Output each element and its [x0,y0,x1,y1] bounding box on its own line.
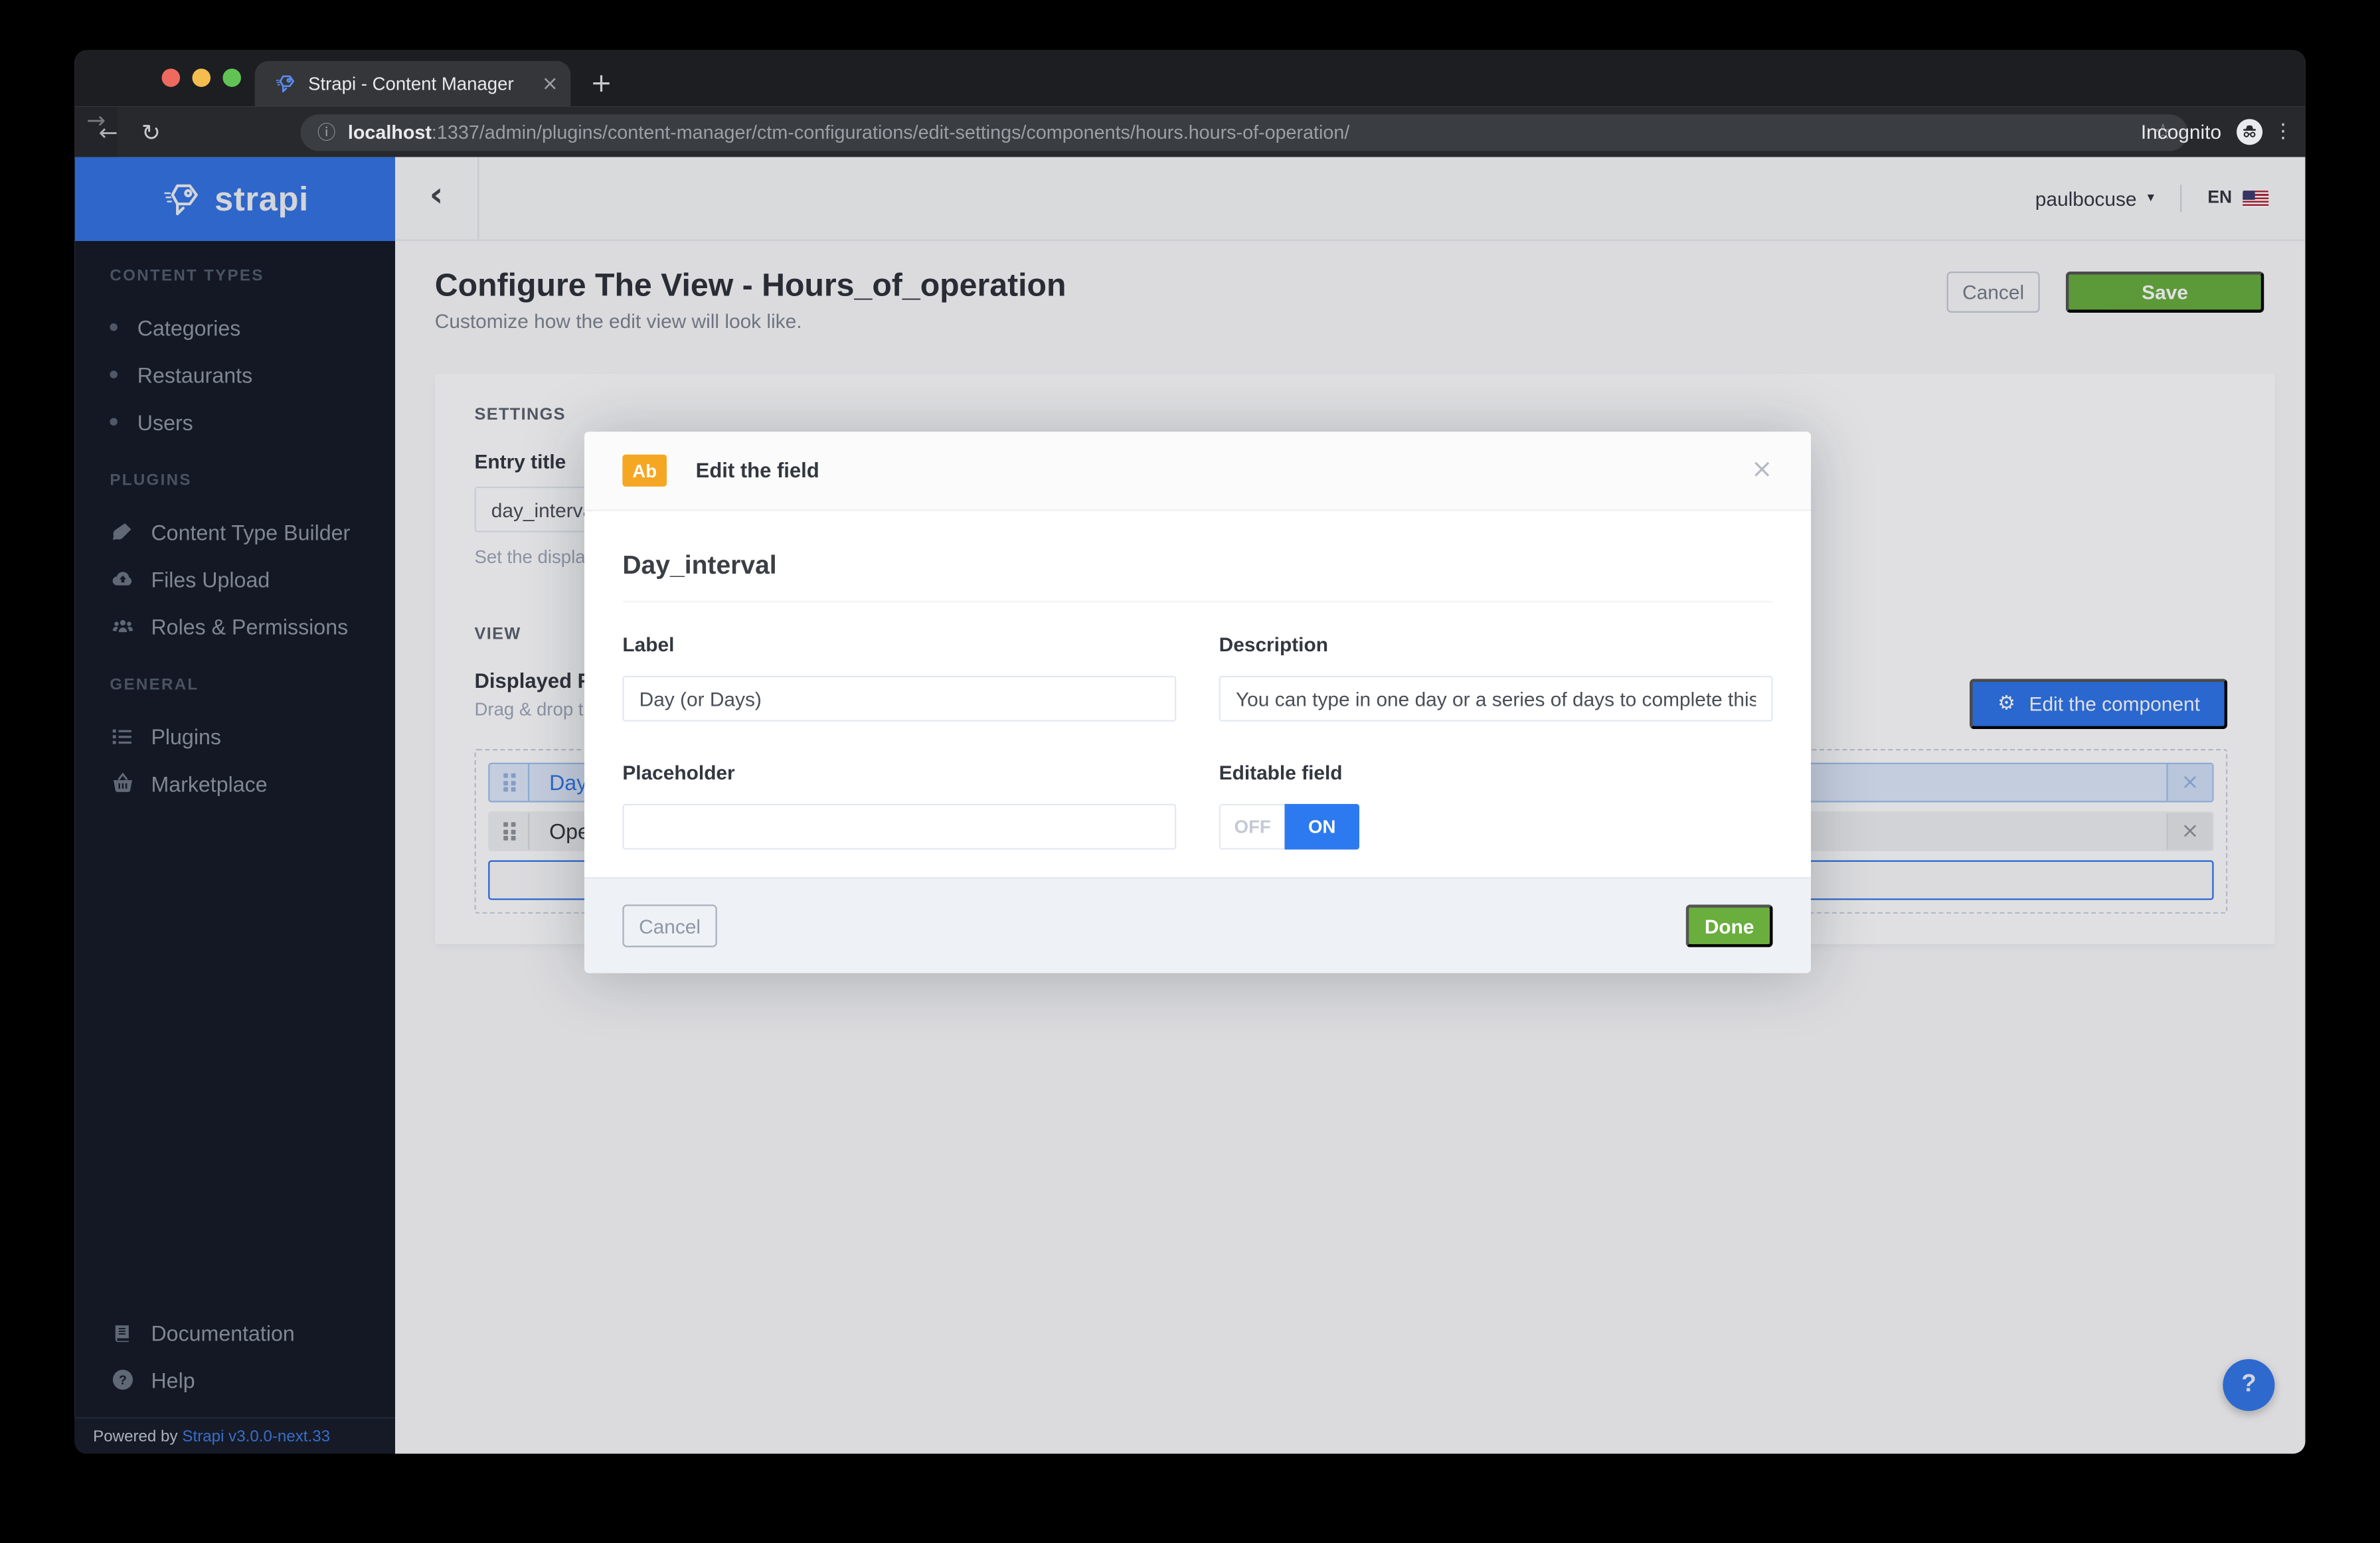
label-input[interactable] [622,676,1176,722]
editable-field-label: Editable field [1219,761,1773,783]
url-host: localhost [348,122,432,143]
incognito-indicator: Incognito [2141,107,2262,157]
url-bar[interactable]: ⓘ localhost:1337/admin/plugins/content-m… [301,114,2188,150]
close-window-button[interactable] [162,68,181,87]
browser-toolbar: ← → ↻ ⓘ localhost:1337/admin/plugins/con… [75,107,2306,157]
new-tab-button[interactable]: + [590,66,612,102]
text-field-type-badge: Ab [622,455,667,487]
traffic-lights [162,68,241,87]
field-name-heading: Day_interval [622,550,1772,581]
tab-close-icon[interactable]: × [542,74,558,94]
form-row-2: Placeholder Editable field OFF ON [622,761,1772,849]
placeholder-input[interactable] [622,804,1176,850]
incognito-icon [2237,119,2262,145]
tab-title: Strapi - Content Manager [308,73,542,94]
divider [622,601,1772,602]
app-viewport: strapi CONTENT TYPES Categories Restaura… [75,157,2306,1454]
close-icon[interactable]: × [1751,457,1773,483]
modal-cancel-button[interactable]: Cancel [622,904,717,947]
form-row-1: Label Description [622,633,1772,721]
forward-icon[interactable]: → [75,107,118,157]
maximize-window-button[interactable] [222,68,241,87]
modal-done-button[interactable]: Done [1686,904,1773,947]
modal-footer: Cancel Done [584,877,1811,973]
browser-menu-icon[interactable]: ⋮ [2273,107,2293,157]
browser-tab[interactable]: Strapi - Content Manager × [255,61,571,107]
url-text: localhost:1337/admin/plugins/content-man… [348,122,2141,143]
toggle-on-button[interactable]: ON [1284,804,1359,850]
description-field-label: Description [1219,633,1773,655]
edit-field-modal: Ab Edit the field × Day_interval Label D… [584,432,1811,973]
placeholder-field-label: Placeholder [622,761,1176,783]
editable-toggle: OFF ON [1219,804,1359,850]
reload-icon[interactable]: ↻ [129,118,172,145]
url-path: :1337/admin/plugins/content-manager/ctm-… [432,122,1349,143]
screen: Strapi - Content Manager × + ← → ↻ ⓘ loc… [0,0,2380,1543]
tab-strip: Strapi - Content Manager × + [75,50,2306,107]
site-info-icon[interactable]: ⓘ [317,119,336,145]
label-field-label: Label [622,633,1176,655]
modal-title: Edit the field [696,459,819,482]
browser-window: Strapi - Content Manager × + ← → ↻ ⓘ loc… [75,50,2306,1454]
incognito-label: Incognito [2141,120,2221,143]
strapi-favicon-icon [275,73,296,94]
toggle-off-button[interactable]: OFF [1219,804,1285,850]
modal-body: Day_interval Label Description [584,511,1811,877]
description-input[interactable] [1219,676,1773,722]
modal-header: Ab Edit the field × [584,432,1811,511]
minimize-window-button[interactable] [192,68,211,87]
